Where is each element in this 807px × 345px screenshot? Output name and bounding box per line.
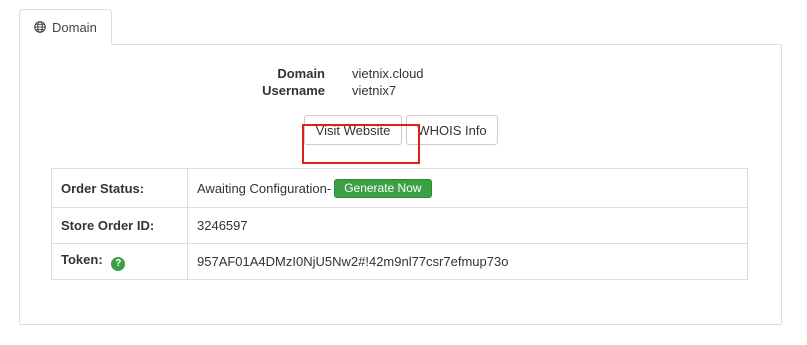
store-order-id-label: Store Order ID: [51, 207, 188, 244]
tab-domain[interactable]: Domain [19, 9, 112, 45]
table-row-order-status: Order Status: Awaiting Configuration - G… [51, 168, 748, 208]
username-label: Username [262, 83, 325, 98]
tab-domain-label: Domain [52, 19, 97, 35]
order-details-table: Order Status: Awaiting Configuration - G… [51, 168, 748, 280]
order-status-cell: Awaiting Configuration - Generate Now [187, 168, 748, 208]
domain-actions: Visit Website WHOIS Info [304, 115, 498, 145]
domain-panel: Domain vietnix.cloud Username vietnix7 V… [19, 44, 782, 325]
generate-now-button[interactable]: Generate Now [334, 178, 432, 198]
whois-info-button[interactable]: WHOIS Info [406, 115, 498, 145]
username-value: vietnix7 [352, 83, 397, 98]
token-label-cell: Token: ? [51, 243, 188, 280]
token-label: Token: [61, 252, 103, 268]
status-separator: - [326, 180, 332, 196]
domain-label: Domain [277, 66, 325, 81]
order-status-label: Order Status: [51, 168, 188, 208]
order-status-value: Awaiting Configuration [197, 180, 327, 196]
question-circle-icon[interactable]: ? [111, 256, 126, 271]
visit-website-button[interactable]: Visit Website [304, 115, 402, 145]
username-row: Username vietnix7 [20, 82, 781, 99]
store-order-id-value: 3246597 [187, 207, 748, 244]
token-value: 957AF01A4DMzI0NjU5Nw2#!42m9nl77csr7efmup… [187, 243, 748, 280]
globe-icon [34, 21, 46, 33]
tab-bar: Domain [19, 9, 112, 45]
domain-info: Domain vietnix.cloud Username vietnix7 [20, 65, 781, 99]
table-row-store-order-id: Store Order ID: 3246597 [51, 207, 748, 244]
domain-row: Domain vietnix.cloud [20, 65, 781, 82]
domain-value: vietnix.cloud [352, 66, 424, 81]
table-row-token: Token: ? 957AF01A4DMzI0NjU5Nw2#!42m9nl77… [51, 243, 748, 280]
